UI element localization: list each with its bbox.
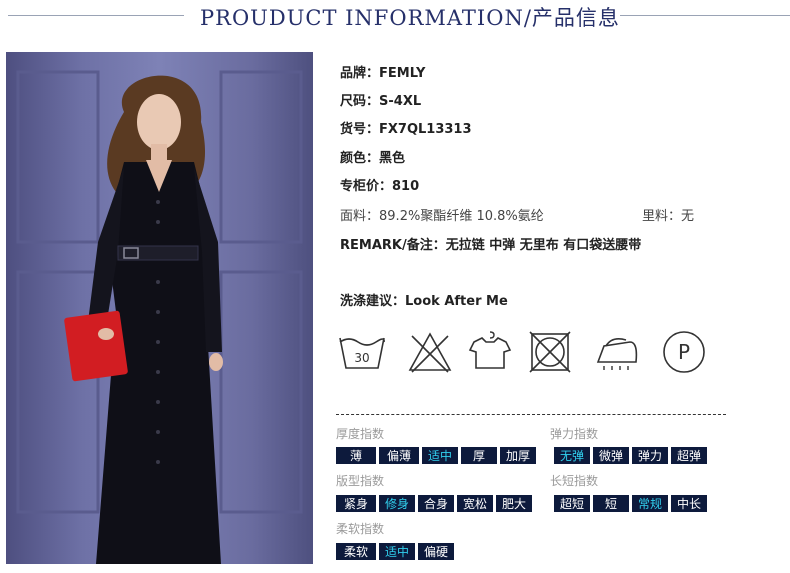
fit-option-tight: 紧身 xyxy=(336,495,376,512)
header-line-left xyxy=(8,15,184,16)
hang-dry-icon xyxy=(468,331,512,369)
model-illustration xyxy=(16,70,303,564)
page-title: PROUDUCT INFORMATION/产品信息 xyxy=(200,6,620,30)
care-icons: 30 P xyxy=(336,328,726,378)
elasticity-title: 弹力指数 xyxy=(550,427,599,441)
section-divider xyxy=(336,414,726,415)
thickness-index: 薄 偏薄 适中 厚 加厚 xyxy=(336,447,536,464)
fit-option-loose: 宽松 xyxy=(457,495,493,512)
info-remark-value: 无拉链 中弹 无里布 有口袋送腰带 xyxy=(445,238,642,253)
info-lining-label: 里料： xyxy=(642,209,682,224)
wash-temp: 30 xyxy=(354,351,369,365)
info-fabric-value: 89.2%聚酯纤维 10.8%氨纶 xyxy=(379,209,544,224)
info-color-label: 颜色： xyxy=(340,151,380,166)
thickness-option-slightly-thin: 偏薄 xyxy=(379,447,419,464)
elasticity-index: 无弹 微弹 弹力 超弹 xyxy=(554,447,707,464)
elasticity-option-elastic: 弹力 xyxy=(632,447,668,464)
length-option-super-short: 超短 xyxy=(554,495,590,512)
info-price: 专柜价：810 xyxy=(340,175,419,194)
thickness-option-medium: 适中 xyxy=(422,447,458,464)
fit-option-oversized: 肥大 xyxy=(496,495,532,512)
iron-icon xyxy=(596,338,638,370)
length-option-midi: 中长 xyxy=(671,495,707,512)
no-bleach-icon xyxy=(408,332,452,373)
info-size-label: 尺码： xyxy=(340,94,380,109)
info-remark: REMARK/备注：无拉链 中弹 无里布 有口袋送腰带 xyxy=(340,234,641,253)
fit-title: 版型指数 xyxy=(336,474,385,488)
info-brand-label: 品牌： xyxy=(340,66,380,81)
info-wash: 洗涤建议：Look After Me xyxy=(340,290,508,309)
softness-option-stiff: 偏硬 xyxy=(418,543,454,560)
info-wash-label: 洗涤建议： xyxy=(340,294,406,309)
thickness-option-thin: 薄 xyxy=(336,447,376,464)
elasticity-option-super: 超弹 xyxy=(671,447,707,464)
info-lining-value: 无 xyxy=(681,209,695,224)
info-brand-value: FEMLY xyxy=(379,66,426,81)
wash-30-icon: 30 xyxy=(339,337,385,369)
info-fabric: 面料：89.2%聚酯纤维 10.8%氨纶 xyxy=(340,205,544,224)
info-remark-label: REMARK/备注： xyxy=(340,238,446,253)
length-option-regular: 常规 xyxy=(632,495,668,512)
header-line-right xyxy=(620,15,790,16)
product-photo xyxy=(6,52,313,564)
softness-option-soft: 柔软 xyxy=(336,543,376,560)
thickness-title: 厚度指数 xyxy=(336,427,385,441)
length-title: 长短指数 xyxy=(550,474,599,488)
info-price-value: 810 xyxy=(392,179,420,194)
info-size: 尺码：S-4XL xyxy=(340,90,421,109)
info-color-value: 黑色 xyxy=(379,151,406,166)
info-fabric-label: 面料： xyxy=(340,209,380,224)
info-sku: 货号：FX7QL13313 xyxy=(340,118,472,137)
dry-clean-letter: P xyxy=(678,340,690,364)
elasticity-option-slight: 微弹 xyxy=(593,447,629,464)
info-sku-value: FX7QL13313 xyxy=(379,122,472,137)
info-sku-label: 货号： xyxy=(340,122,380,137)
fit-index: 紧身 修身 合身 宽松 肥大 xyxy=(336,495,532,512)
info-price-label: 专柜价： xyxy=(340,179,393,194)
thickness-option-extra-thick: 加厚 xyxy=(500,447,536,464)
info-brand: 品牌：FEMLY xyxy=(340,62,425,81)
softness-title: 柔软指数 xyxy=(336,522,385,536)
fit-option-slim: 修身 xyxy=(379,495,415,512)
softness-index: 柔软 适中 偏硬 xyxy=(336,543,454,560)
fit-option-fitted: 合身 xyxy=(418,495,454,512)
length-option-short: 短 xyxy=(593,495,629,512)
length-index: 超短 短 常规 中长 xyxy=(554,495,707,512)
elasticity-option-none: 无弹 xyxy=(554,447,590,464)
dry-clean-p-icon: P xyxy=(663,331,705,373)
info-color: 颜色：黑色 xyxy=(340,147,405,166)
no-tumble-dry-icon xyxy=(529,331,571,373)
info-size-value: S-4XL xyxy=(379,94,422,109)
thickness-option-thick: 厚 xyxy=(461,447,497,464)
info-wash-value: Look After Me xyxy=(405,294,508,309)
info-lining: 里料：无 xyxy=(642,205,694,224)
softness-option-medium: 适中 xyxy=(379,543,415,560)
